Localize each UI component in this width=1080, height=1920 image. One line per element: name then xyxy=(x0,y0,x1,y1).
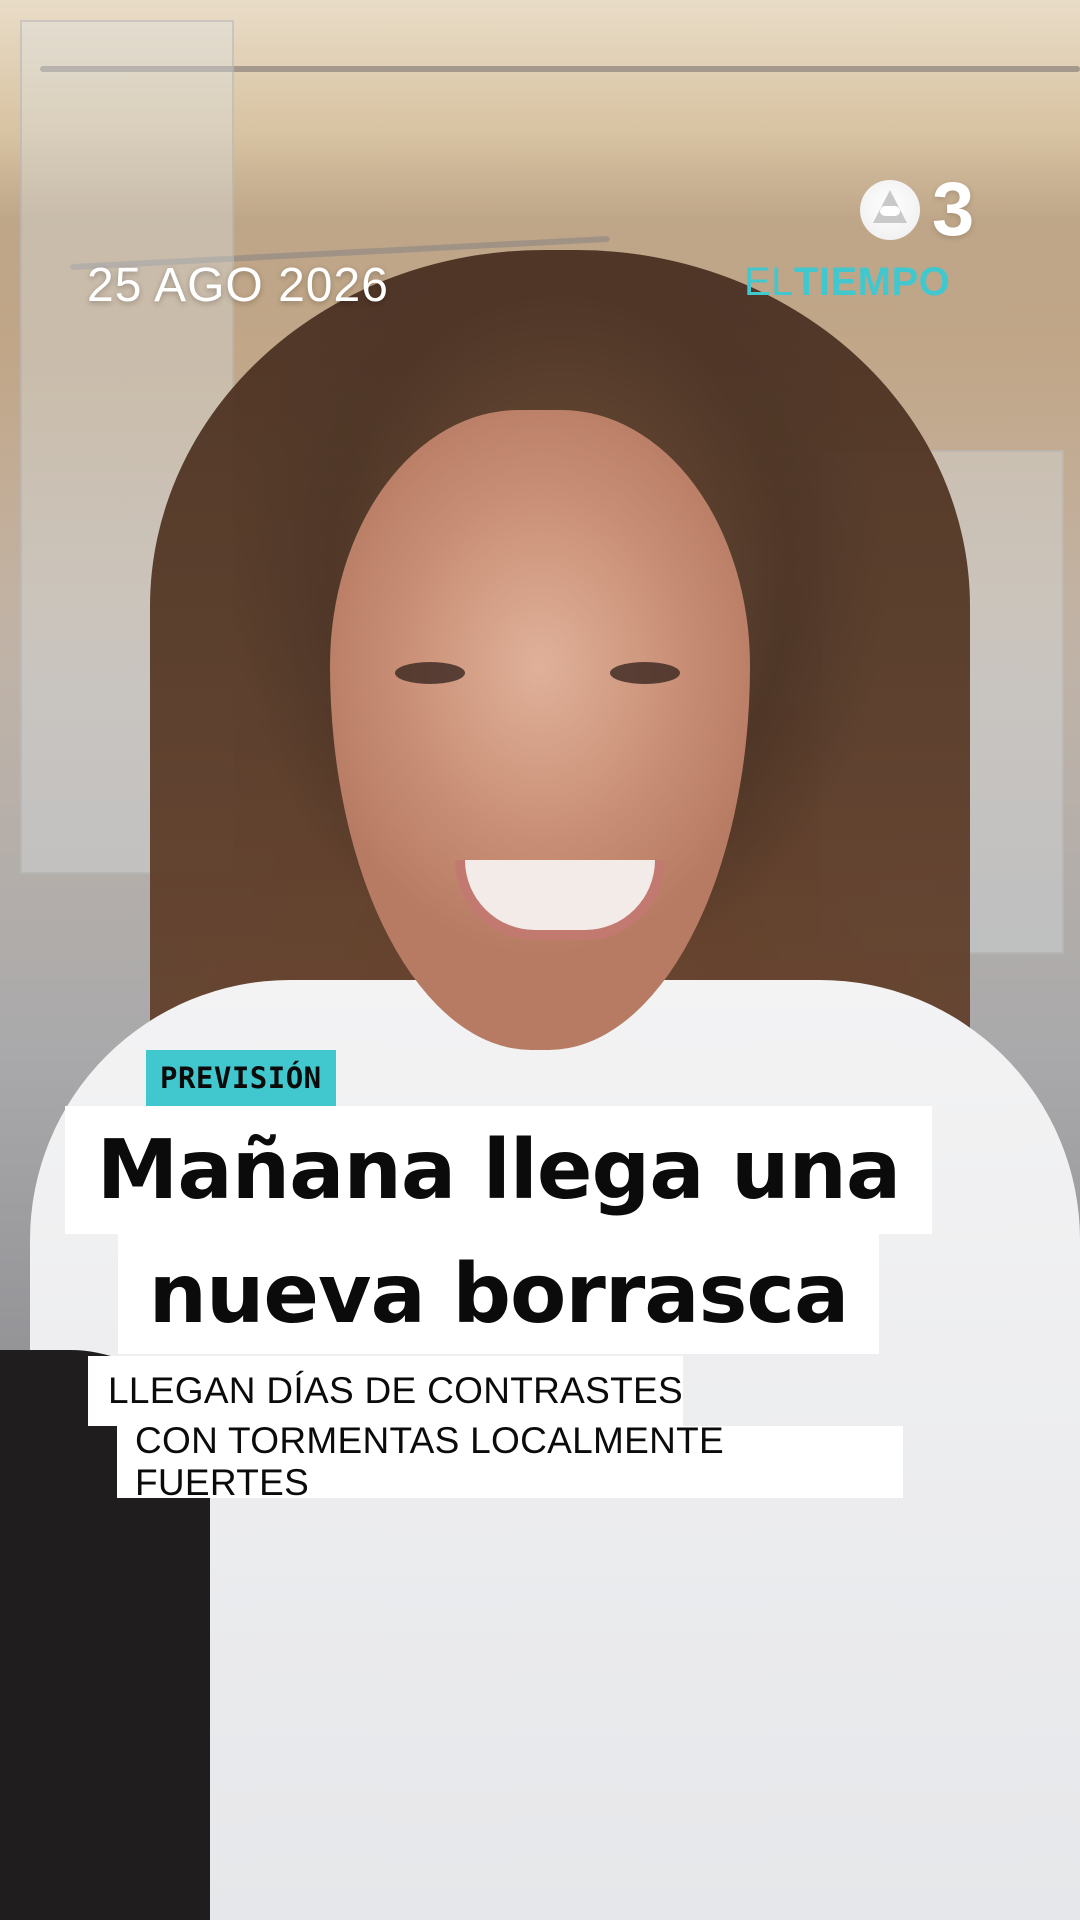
presenter-eye-left xyxy=(395,662,465,684)
presenter-eye-right xyxy=(610,662,680,684)
channel-number: 3 xyxy=(932,167,975,252)
headline-line-1: Mañana llega una xyxy=(65,1106,932,1234)
headline-line-2: nueva borrasca xyxy=(118,1234,879,1354)
antena3-icon xyxy=(860,180,920,240)
broadcast-date: 25 AGO 2026 xyxy=(87,259,389,312)
category-tag: PREVISIÓN xyxy=(146,1050,336,1106)
antena3-el-tiempo-logo: 3 ELTIEMPO xyxy=(744,167,994,318)
subheadline-line-2: CON TORMENTAS LOCALMENTE FUERTES xyxy=(117,1420,903,1503)
program-title: TIEMPO xyxy=(793,260,951,304)
subheadline-line-1: LLEGAN DÍAS DE CONTRASTES xyxy=(88,1356,683,1426)
program-name: ELTIEMPO xyxy=(744,260,950,305)
program-prefix: EL xyxy=(744,260,794,304)
